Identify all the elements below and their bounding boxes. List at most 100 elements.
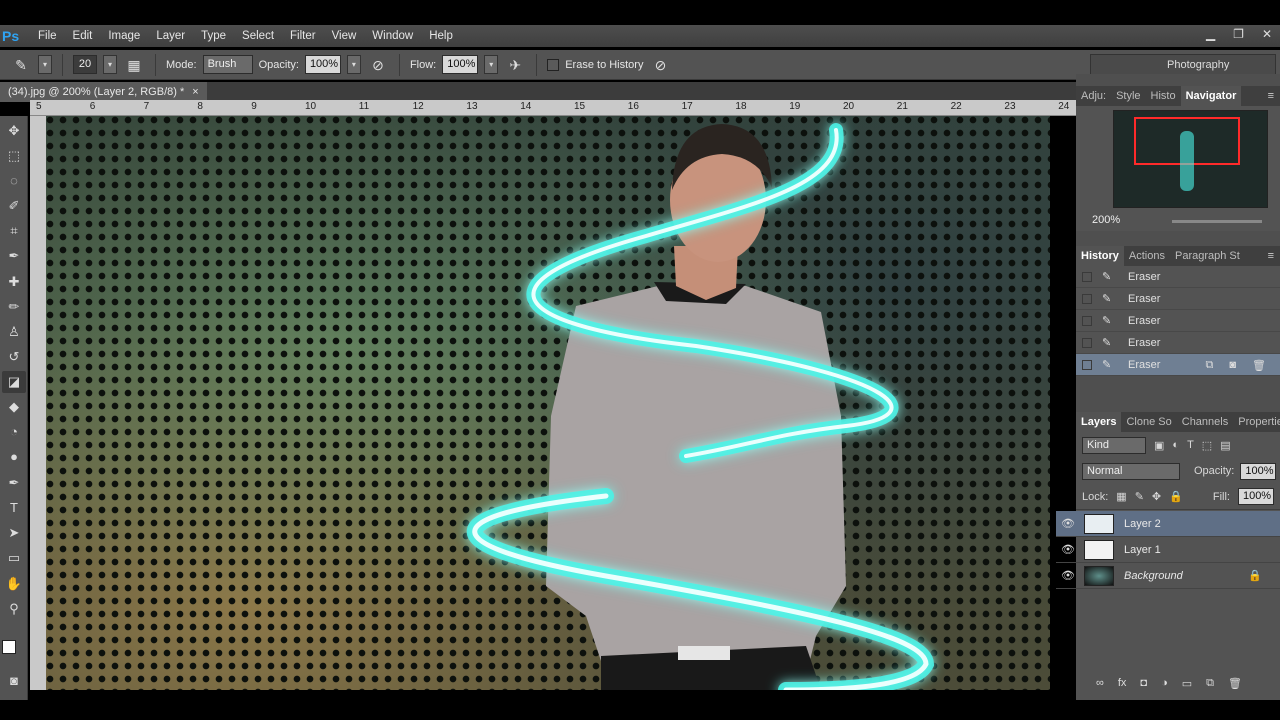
tab-channels[interactable]: Channels [1177, 416, 1233, 428]
layer-row[interactable]: 👁 Layer 1 [1056, 537, 1280, 563]
menu-image[interactable]: Image [100, 30, 148, 42]
menu-view[interactable]: View [324, 30, 365, 42]
quick-select-tool-icon[interactable]: ✐ [2, 195, 26, 217]
hand-tool-icon[interactable]: ✋ [2, 573, 26, 595]
move-tool-icon[interactable]: ✥ [2, 120, 26, 142]
history-item[interactable]: ✎ Eraser [1076, 332, 1280, 354]
quick-mask-icon[interactable]: ◙ [2, 670, 26, 692]
layer-mask-icon[interactable]: ◘ [1140, 677, 1147, 690]
tab-adjustments[interactable]: Adju: [1076, 90, 1111, 102]
close-tab-icon[interactable]: × [192, 82, 198, 102]
zoom-tool-icon[interactable]: ⚲ [2, 598, 26, 620]
menu-select[interactable]: Select [234, 30, 282, 42]
close-icon[interactable]: ✕ [1262, 27, 1272, 41]
flow-input[interactable]: 100% [442, 55, 479, 74]
brush-picker-dropdown[interactable]: ▾ [103, 55, 117, 74]
layer-row[interactable]: 👁 Background 🔒 [1056, 563, 1280, 589]
tab-properties[interactable]: Propertie [1233, 416, 1280, 428]
lock-image-icon[interactable]: ✎ [1135, 490, 1144, 503]
filter-smart-object-icon[interactable]: ▤ [1220, 439, 1230, 452]
restore-icon[interactable]: ❐ [1233, 27, 1244, 41]
tab-layers[interactable]: Layers [1076, 412, 1122, 432]
layer-filter-select[interactable]: Kind [1082, 436, 1146, 454]
lock-transparent-icon[interactable]: ▦ [1116, 490, 1126, 503]
flow-dropdown[interactable]: ▾ [484, 55, 499, 74]
blend-mode-select[interactable]: Normal [1082, 462, 1180, 480]
document-canvas[interactable] [46, 116, 1050, 690]
menu-type[interactable]: Type [193, 30, 234, 42]
menu-filter[interactable]: Filter [282, 30, 324, 42]
filter-pixel-icon[interactable]: ▣ [1154, 439, 1164, 452]
navigator-zoom-slider[interactable] [1172, 220, 1262, 223]
layer-name[interactable]: Layer 2 [1124, 518, 1161, 530]
history-item[interactable]: ✎ Eraser [1076, 266, 1280, 288]
link-layers-icon[interactable]: ∞ [1096, 677, 1104, 690]
blur-tool-icon[interactable]: ◔ [2, 421, 26, 443]
clone-stamp-tool-icon[interactable]: ♙ [2, 321, 26, 343]
lasso-tool-icon[interactable]: ◌ [2, 170, 26, 192]
tab-actions[interactable]: Actions [1124, 250, 1170, 262]
snapshot-icon[interactable]: ◙ [1229, 359, 1236, 372]
new-document-from-state-icon[interactable]: ⧉ [1206, 359, 1214, 372]
menu-file[interactable]: File [30, 30, 65, 42]
layer-style-icon[interactable]: fx [1118, 677, 1127, 690]
opacity-dropdown[interactable]: ▾ [346, 55, 361, 74]
delete-layer-icon[interactable]: 🗑 [1228, 677, 1242, 690]
adjustment-layer-icon[interactable]: ◑ [1161, 677, 1168, 690]
history-item[interactable]: ✎ Eraser [1076, 310, 1280, 332]
minimize-icon[interactable]: ▁ [1206, 27, 1215, 41]
rectangle-tool-icon[interactable]: ▭ [2, 547, 26, 569]
panel-menu-icon[interactable]: ≡ [1268, 250, 1280, 262]
brush-panel-icon[interactable]: ▦ [123, 54, 145, 76]
new-group-icon[interactable]: ▭ [1182, 677, 1192, 690]
eraser-tool-button[interactable]: ◪ [2, 371, 26, 393]
tab-histogram[interactable]: Histo [1146, 90, 1181, 102]
filter-shape-icon[interactable]: ⬚ [1202, 439, 1212, 452]
pen-tool-icon[interactable]: ✒ [2, 472, 26, 494]
trash-icon[interactable]: 🗑 [1252, 359, 1266, 372]
opacity-input[interactable]: 100% [304, 55, 341, 74]
tab-styles[interactable]: Style [1111, 90, 1145, 102]
layer-name[interactable]: Background [1124, 570, 1183, 582]
visibility-eye-icon[interactable]: 👁 [1058, 517, 1078, 530]
pressure-opacity-icon[interactable]: ⊘ [367, 54, 389, 76]
menu-help[interactable]: Help [421, 30, 461, 42]
dodge-tool-icon[interactable]: ● [2, 446, 26, 468]
lock-all-icon[interactable]: 🔒 [1169, 490, 1183, 503]
history-item[interactable]: ✎ Eraser [1076, 288, 1280, 310]
eraser-tool-icon[interactable]: ✎ [10, 54, 32, 76]
paint-bucket-tool-icon[interactable]: ◆ [2, 396, 26, 418]
foreground-color-swatch[interactable] [2, 640, 16, 654]
eyedropper-tool-icon[interactable]: ✒ [2, 245, 26, 267]
tool-preset-dropdown[interactable]: ▾ [38, 55, 52, 74]
visibility-eye-icon[interactable]: 👁 [1058, 569, 1078, 582]
tab-navigator[interactable]: Navigator [1180, 86, 1242, 106]
path-select-tool-icon[interactable]: ➤ [2, 522, 26, 544]
healing-brush-tool-icon[interactable]: ✚ [2, 271, 26, 293]
crop-tool-icon[interactable]: ⌗ [2, 220, 26, 242]
tab-clone-source[interactable]: Clone So [1121, 416, 1176, 428]
menu-window[interactable]: Window [364, 30, 421, 42]
navigator-thumbnail[interactable] [1113, 110, 1268, 208]
visibility-eye-icon[interactable]: 👁 [1058, 543, 1078, 556]
marquee-tool-icon[interactable]: ⬚ [2, 145, 26, 167]
airbrush-icon[interactable]: ✈ [504, 54, 526, 76]
pressure-size-icon[interactable]: ⊘ [649, 54, 671, 76]
lock-position-icon[interactable]: ✥ [1152, 490, 1161, 503]
tab-paragraph-styles[interactable]: Paragraph St [1170, 250, 1245, 262]
brush-tool-icon[interactable]: ✏ [2, 296, 26, 318]
workspace-switcher[interactable]: Photography [1090, 54, 1276, 76]
erase-history-checkbox[interactable] [547, 58, 560, 71]
filter-adjustment-icon[interactable]: ◐ [1172, 439, 1179, 451]
mode-select[interactable]: Brush [202, 55, 253, 74]
menu-layer[interactable]: Layer [148, 30, 193, 42]
brush-size-picker[interactable]: 20 [73, 55, 97, 74]
layer-name[interactable]: Layer 1 [1124, 544, 1161, 556]
panel-menu-icon[interactable]: ≡ [1268, 90, 1280, 102]
tab-history[interactable]: History [1076, 246, 1124, 266]
filter-type-icon[interactable]: T [1187, 439, 1194, 451]
type-tool-icon[interactable]: T [2, 497, 26, 519]
history-brush-tool-icon[interactable]: ↺ [2, 346, 26, 368]
layer-row[interactable]: 👁 Layer 2 [1056, 511, 1280, 537]
document-tab[interactable]: (34).jpg @ 200% (Layer 2, RGB/8) * × [0, 82, 207, 102]
